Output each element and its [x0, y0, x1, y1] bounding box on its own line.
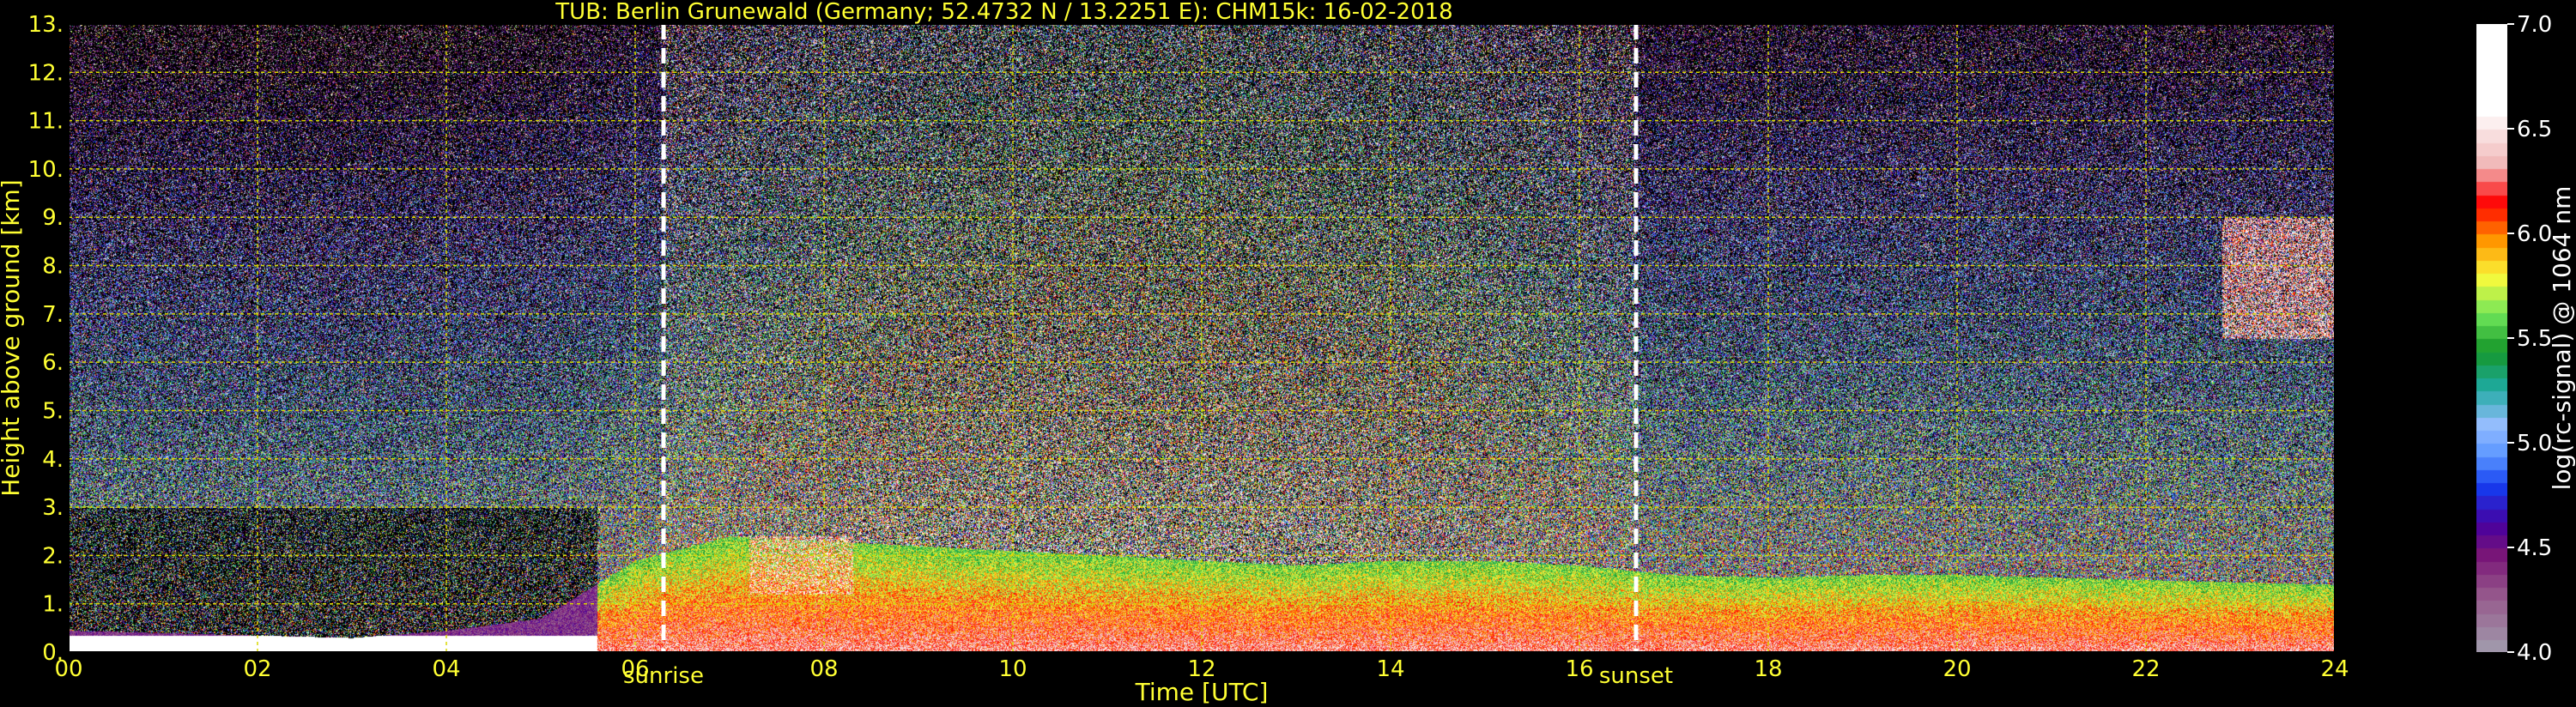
y-axis-label: Height above ground [km] — [0, 179, 25, 497]
x-tick-label: 04 — [432, 656, 460, 682]
y-tick-label: 5. — [42, 398, 64, 424]
y-tick-label: 4. — [42, 447, 64, 473]
x-tick-label: 22 — [2131, 656, 2160, 682]
y-tick-label: 11. — [28, 109, 64, 135]
y-tick-label: 7. — [42, 302, 64, 328]
x-tick-label: 00 — [54, 656, 82, 682]
colorbar-tick-label: 7.0 — [2517, 12, 2552, 38]
x-tick-label: 18 — [1754, 656, 1782, 682]
colorbar-tick-label: 6.5 — [2517, 117, 2552, 142]
y-tick-label: 2. — [42, 543, 64, 569]
lidar-figure: TUB: Berlin Grunewald (Germany; 52.4732 … — [0, 0, 2576, 707]
x-tick-label: 14 — [1376, 656, 1404, 682]
y-tick-label: 6. — [42, 350, 64, 376]
y-tick-labels: 0.1.2.3.4.5.6.7.8.9.10.11.12.13. — [28, 12, 64, 666]
y-tick-label: 1. — [42, 592, 64, 618]
grid-lines — [68, 23, 2336, 653]
sunset-label: sunset — [1599, 663, 1673, 689]
sun-lines — [661, 24, 1639, 652]
y-tick-label: 3. — [42, 495, 64, 521]
colorbar-tick-label: 4.5 — [2517, 535, 2552, 561]
y-tick-label: 9. — [42, 205, 64, 231]
y-tick-label: 8. — [42, 254, 64, 280]
sunrise-label: sunrise — [623, 663, 704, 689]
colorbar-tick-labels: 4.04.55.05.56.06.57.0 — [2507, 12, 2552, 666]
colorbar-label: log(rc-signal) @ 1064 nm — [2548, 186, 2576, 491]
x-tick-label: 10 — [998, 656, 1027, 682]
x-tick-label: 08 — [809, 656, 838, 682]
colorbar-tick-label: 4.0 — [2517, 640, 2552, 666]
y-tick-label: 10. — [28, 157, 64, 183]
x-tick-label: 16 — [1565, 656, 1593, 682]
y-tick-label: 12. — [28, 60, 64, 86]
x-axis-label: Time [UTC] — [1135, 678, 1269, 706]
x-tick-label: 02 — [243, 656, 271, 682]
y-tick-label: 13. — [28, 12, 64, 38]
x-tick-label: 20 — [1943, 656, 1971, 682]
x-tick-label: 24 — [2320, 656, 2349, 682]
plot-frame — [68, 23, 2336, 653]
chart-overlay: TUB: Berlin Grunewald (Germany; 52.4732 … — [0, 0, 2576, 706]
chart-title: TUB: Berlin Grunewald (Germany; 52.4732 … — [555, 0, 1452, 25]
